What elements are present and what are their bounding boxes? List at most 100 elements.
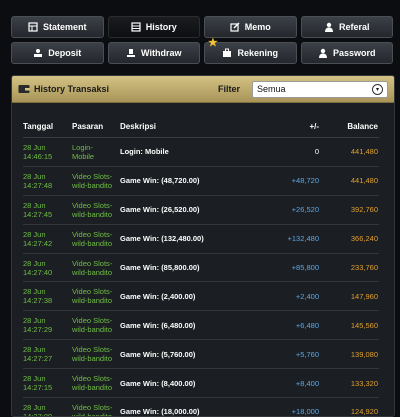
panel-title: History Transaksi [18, 84, 109, 94]
filter-label: Filter [217, 84, 240, 94]
memo-label: Memo [244, 22, 271, 32]
statement-button[interactable]: Statement [11, 16, 104, 38]
balance: 124,920 [350, 407, 378, 417]
password-button[interactable]: Password [300, 42, 393, 64]
time: 14:27:40 [23, 267, 53, 277]
pasaran-line2: wild-bandito [72, 354, 113, 364]
nav-row-2: Deposit Withdraw ★ Rekening Password [11, 38, 393, 64]
filter-value: Semua [257, 84, 286, 94]
history-panel: History Transaksi Filter Semua ▾ Tanggal… [11, 75, 395, 417]
date-cell: 28 Jun 14:27:29 [23, 316, 72, 334]
time: 14:27:27 [23, 354, 53, 364]
time: 14:27:42 [23, 238, 53, 248]
statement-icon [28, 22, 38, 32]
balance: 441,480 [350, 176, 378, 186]
pasaran-line2: wild-bandito [72, 238, 113, 248]
balance: 147,960 [350, 291, 378, 301]
date: 28 Jun [23, 374, 46, 384]
col-tanggal: Tanggal [23, 121, 54, 131]
pasaran-cell: Video Slots-wild-bandito [72, 316, 120, 334]
date: 28 Jun [23, 142, 46, 152]
time: 14:27:45 [23, 209, 53, 219]
memo-button[interactable]: Memo [204, 16, 297, 38]
table-row: 28 Jun 14:27:29 Video Slots-wild-bandito Ga… [23, 311, 379, 341]
delta: +26,520 [291, 205, 319, 215]
description: Game Win: (85,800.00) [120, 263, 200, 272]
delta: +6,480 [295, 320, 319, 330]
user-icon [324, 22, 334, 32]
date: 28 Jun [23, 171, 46, 181]
pasaran-line1: Video Slots- [72, 229, 113, 239]
balance: 133,320 [350, 378, 378, 388]
balance: 392,760 [350, 205, 378, 215]
delta: +132,480 [287, 234, 320, 244]
history-icon [131, 22, 141, 32]
pasaran-line2: Mobile [72, 151, 95, 161]
time: 14:46:15 [23, 151, 53, 161]
delta: +48,720 [291, 176, 319, 186]
date-cell: 28 Jun 14:27:38 [23, 287, 72, 305]
pasaran-line1: Video Slots- [72, 200, 113, 210]
panel-header: History Transaksi Filter Semua ▾ [12, 76, 394, 103]
referal-label: Referal [338, 22, 370, 32]
pasaran-line1: Video Slots- [72, 345, 113, 355]
pasaran-line1: Video Slots- [72, 402, 113, 412]
history-button[interactable]: History [107, 16, 200, 38]
filter-select[interactable]: Semua ▾ [252, 80, 388, 98]
pasaran-line2: wild-bandito [72, 180, 113, 190]
history-table: Tanggal Pasaran Deskripsi +/- Balance 28… [23, 115, 379, 417]
table-row: 28 Jun 14:27:40 Video Slots-wild-bandito Ga… [23, 254, 379, 283]
delta: 0 [314, 147, 319, 157]
pasaran-cell: Video Slots-wild-bandito [72, 201, 120, 219]
date-cell: 28 Jun 14:27:15 [23, 374, 72, 392]
pasaran-cell: Login- Mobile [72, 143, 120, 161]
account-nav: Statement History Memo Referal Deposit W… [11, 16, 393, 68]
deposit-button[interactable]: Deposit [11, 42, 104, 64]
description: Game Win: (26,520.00) [120, 205, 200, 215]
time: 14:27:48 [23, 180, 53, 190]
table-row: 28 Jun 14:27:38 Video Slots-wild-bandito Ga… [23, 282, 379, 312]
time: 14:27:15 [23, 383, 53, 393]
balance: 441,480 [350, 147, 378, 157]
col-balance: Balance [347, 121, 378, 131]
withdraw-button[interactable]: Withdraw [107, 42, 200, 64]
description: Game Win: (48,720.00) [120, 176, 200, 186]
memo-icon [230, 22, 240, 32]
delta: +2,400 [295, 291, 319, 301]
pasaran-cell: Video Slots-wild-bandito [72, 287, 120, 305]
table-row: 28 Jun 14:27:15 Video Slots-wild-bandito Ga… [23, 369, 379, 399]
date: 28 Jun [23, 229, 46, 239]
nav-row-1: Statement History Memo Referal [11, 16, 393, 38]
date: 28 Jun [23, 345, 46, 355]
pasaran-line2: wild-bandito [72, 209, 113, 219]
pasaran-line2: wild-bandito [72, 411, 113, 417]
date-cell: 28 Jun 14:27:48 [23, 172, 72, 190]
star-icon: ★ [208, 37, 218, 49]
pasaran-line1: Video Slots- [72, 287, 113, 297]
statement-label: Statement [42, 22, 87, 32]
rekening-button[interactable]: ★ Rekening [204, 38, 297, 64]
time: 14:27:38 [23, 296, 53, 306]
password-label: Password [332, 48, 376, 58]
pasaran-line2: wild-bandito [72, 383, 113, 393]
time: 14:27:09 [23, 411, 53, 417]
pasaran-cell: Video Slots-wild-bandito [72, 345, 120, 363]
description: Game Win: (132,480.00) [120, 234, 204, 244]
pasaran-line1: Video Slots- [72, 258, 113, 268]
date: 28 Jun [23, 200, 46, 210]
date-cell: 28 Jun 14:27:09 [23, 403, 72, 417]
history-label: History [145, 22, 177, 32]
deposit-label: Deposit [48, 48, 82, 58]
table-row: 28 Jun 14:27:45 Video Slots-wild-bandito Ga… [23, 196, 379, 225]
delta: +5,760 [295, 349, 319, 359]
pasaran-cell: Video Slots-wild-bandito [72, 402, 120, 417]
table-body: 28 Jun 14:46:15 Login- Mobile Login: Mobile 0… [23, 138, 379, 417]
description: Game Win: (18,000.00) [120, 407, 200, 417]
pasaran-line1: Video Slots- [72, 171, 113, 181]
date-cell: 28 Jun 14:27:42 [23, 230, 72, 248]
description: Login: Mobile [120, 147, 169, 157]
col-pasaran: Pasaran [72, 121, 104, 131]
description: Game Win: (2,400.00) [120, 291, 196, 301]
rekening-label: Rekening [237, 48, 278, 58]
referal-button[interactable]: Referal [300, 16, 393, 38]
